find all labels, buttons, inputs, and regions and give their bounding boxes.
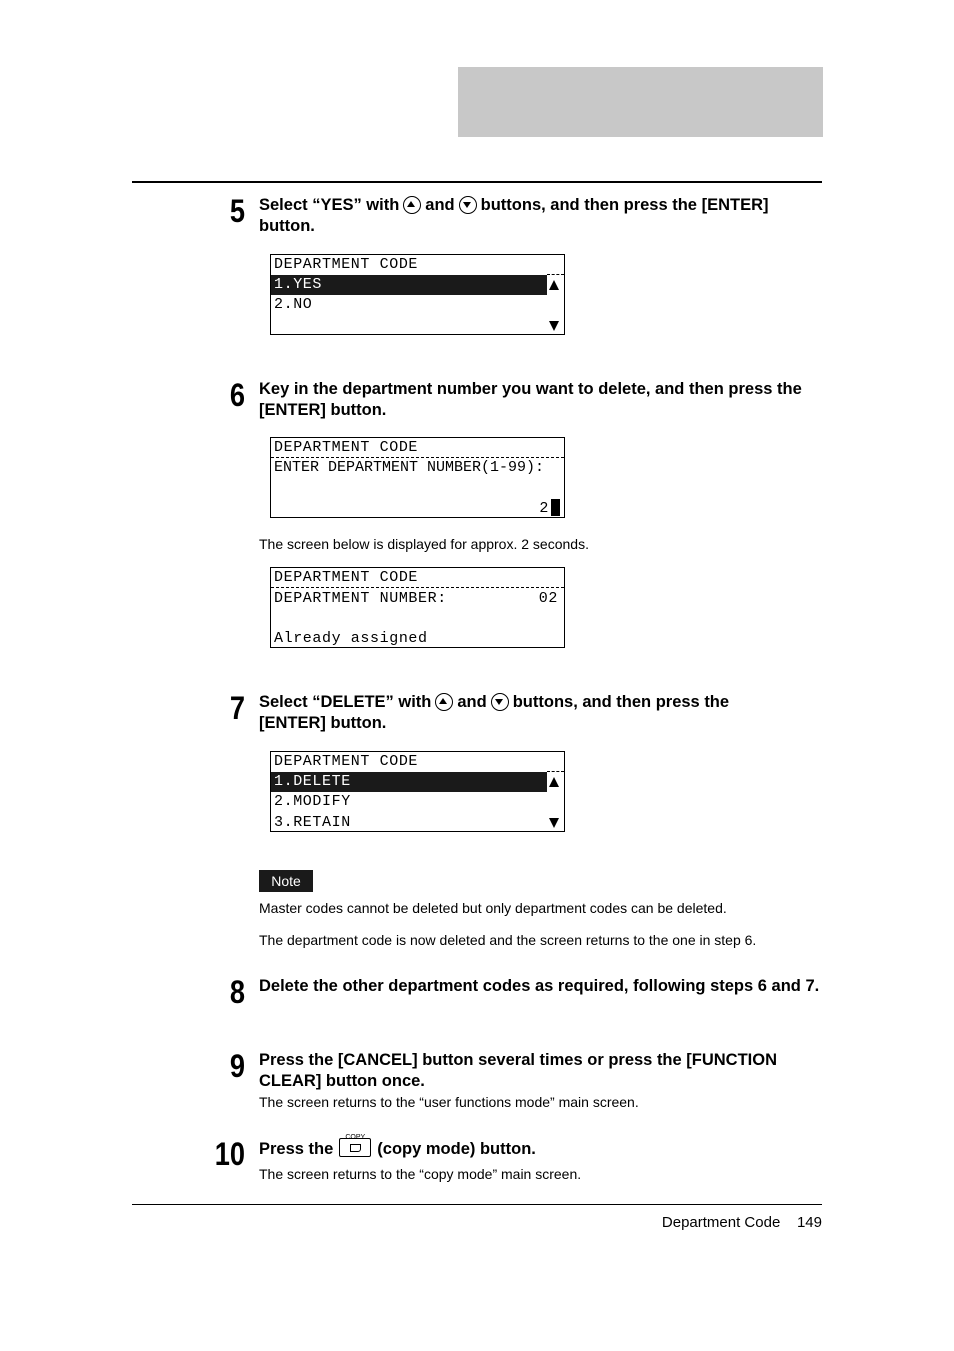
lcd-screen-delete-menu: DEPARTMENT CODE 1.DELETE 2.MODIFY 3.RETA…: [270, 751, 565, 832]
down-arrow-button-icon: [490, 693, 509, 711]
note-label: Note: [259, 870, 313, 892]
step-5-text: Select “YES” with and buttons, and then pr…: [259, 196, 769, 235]
page-number: 149: [796, 1214, 822, 1231]
down-arrow-button-icon: [458, 196, 477, 214]
lcd-item-selected: 1.YES: [271, 275, 547, 295]
up-arrow-button-icon: [435, 693, 454, 711]
lcd-item: 2.NO: [274, 296, 313, 313]
result-text: The department code is now deleted and t…: [259, 932, 757, 948]
scroll-down-icon: [549, 321, 559, 331]
manual-page: 5 Select “YES” with and buttons, and then …: [0, 0, 954, 1351]
copy-mode-button-icon: COPY: [339, 1134, 372, 1157]
note-text: Master codes cannot be deleted but only …: [259, 900, 727, 916]
lcd-item-selected: 1.DELETE: [271, 772, 547, 792]
scroll-up-icon: [549, 777, 559, 787]
scroll-up-icon: [549, 280, 559, 290]
lcd-title: DEPARTMENT CODE: [274, 569, 419, 586]
footer-section: Department Code: [661, 1214, 781, 1231]
lcd-screen-enter-number: DEPARTMENT CODE ENTER DEPARTMENT NUMBER(…: [270, 437, 565, 518]
step-number: 9: [229, 1048, 245, 1084]
lcd-message: Already assigned: [274, 630, 428, 647]
lcd-value: 02: [538, 590, 558, 607]
step-number: 7: [229, 690, 245, 726]
header-band: [458, 67, 823, 137]
step-number: 5: [229, 193, 245, 229]
lcd-title: DEPARTMENT CODE: [274, 256, 419, 273]
bottom-rule: [132, 1204, 822, 1205]
step-9-subtext: The screen returns to the “user function…: [259, 1094, 639, 1110]
step-number: 6: [229, 377, 245, 413]
top-rule: [132, 181, 822, 183]
lcd-item: 2.MODIFY: [274, 793, 351, 810]
step-9-text: Press the [CANCEL] button several times …: [259, 1051, 778, 1090]
step-10-subtext: The screen returns to the “copy mode” ma…: [259, 1166, 582, 1182]
lcd-screen-confirm: DEPARTMENT CODE 1.YES 2.NO: [270, 254, 565, 335]
footer: Department Code 149: [662, 1214, 822, 1231]
step-7-text: Select “DELETE” with and buttons, and then…: [259, 693, 730, 732]
step-number: 10: [214, 1136, 245, 1172]
lcd-title: DEPARTMENT CODE: [274, 439, 419, 456]
step-6-text: Key in the department number you want to…: [259, 380, 802, 419]
step-10-text: Press the COPY (copy mode) button.: [259, 1134, 536, 1158]
up-arrow-button-icon: [403, 196, 422, 214]
lcd-item: 3.RETAIN: [274, 814, 351, 831]
step-8-text: Delete the other department codes as req…: [259, 977, 820, 995]
lcd-screen-already-assigned: DEPARTMENT CODE DEPARTMENT NUMBER: 02 Al…: [270, 567, 565, 648]
scroll-down-icon: [549, 818, 559, 828]
lcd-title: DEPARTMENT CODE: [274, 753, 419, 770]
cursor-icon: [551, 499, 560, 516]
lcd-label: DEPARTMENT NUMBER:: [274, 590, 447, 607]
info-text: The screen below is displayed for approx…: [259, 536, 589, 552]
lcd-input-value: 2: [539, 500, 549, 517]
step-number: 8: [229, 974, 245, 1010]
lcd-prompt: ENTER DEPARTMENT NUMBER(1-99):: [274, 459, 545, 476]
